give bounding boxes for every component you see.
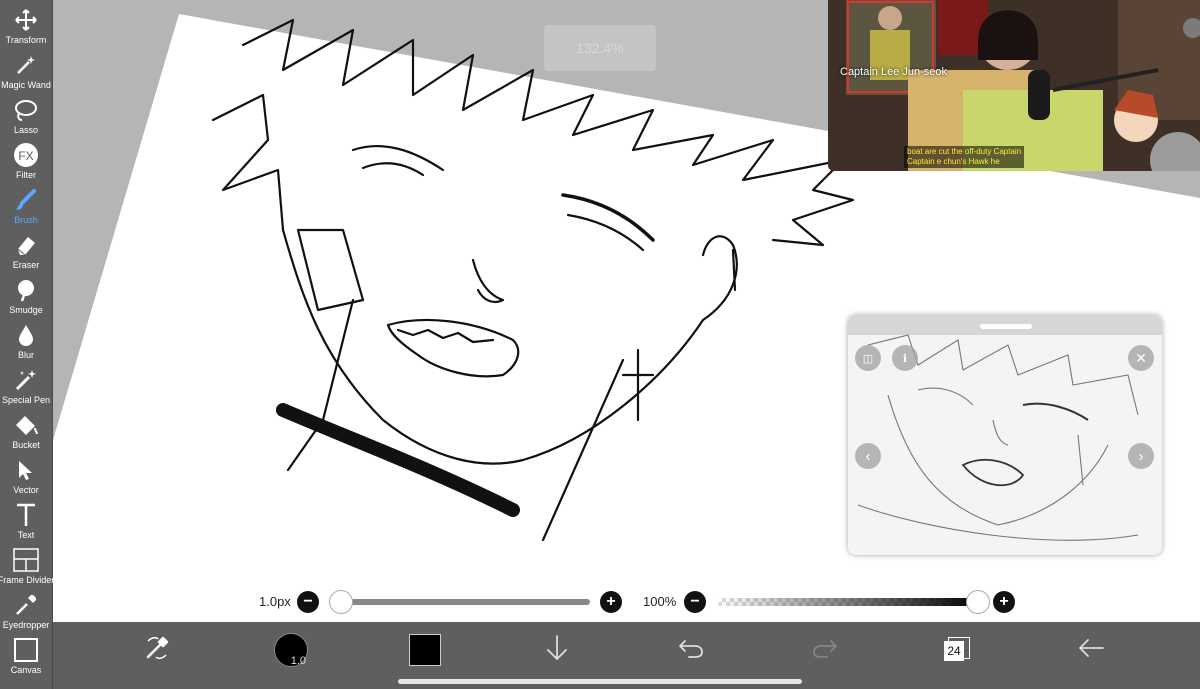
tool-magic-wand[interactable]: Magic Wand [0, 46, 52, 90]
save-download-button[interactable] [539, 632, 575, 668]
color-swatch-button[interactable] [407, 632, 443, 668]
reference-layer-button[interactable]: ◫ [855, 345, 881, 371]
undo-icon [677, 635, 705, 666]
brush-indicator-value: 1.0 [290, 655, 306, 667]
brush-settings-button[interactable]: 1.0 [273, 632, 309, 668]
arrow-left-icon [1076, 636, 1106, 665]
undo-button[interactable] [673, 632, 709, 668]
tool-label: Frame Divider [0, 575, 55, 585]
tool-label: Transform [5, 35, 47, 45]
brush-eraser-swap-icon [142, 633, 172, 668]
left-toolbar: Transform Magic Wand Lasso FX Filter Brush Era… [0, 0, 55, 689]
brush-preview-circle: 1.0 [274, 633, 308, 667]
opacity-decrease-button[interactable]: − [684, 591, 706, 613]
video-overlay[interactable]: Captain Lee Jun-seok boat are cut the of… [828, 0, 1200, 171]
reference-previous-button[interactable]: ‹ [855, 443, 881, 469]
svg-text:FX: FX [18, 149, 33, 163]
opacity-slider-knob[interactable] [966, 590, 990, 614]
frame-divider-icon [13, 547, 39, 573]
layer-count: 24 [944, 641, 964, 661]
redo-button[interactable] [807, 632, 843, 668]
vector-arrow-icon [13, 457, 39, 483]
reference-info-button[interactable]: ℹ [892, 345, 918, 371]
fx-icon: FX [13, 142, 39, 168]
reference-close-button[interactable]: ✕ [1128, 345, 1154, 371]
brush-size-slider-knob[interactable] [329, 590, 353, 614]
tool-label: Eyedropper [2, 620, 50, 630]
tool-label: Blur [17, 350, 34, 360]
video-subtitle: boat are cut the off-duty Captain Captai… [904, 146, 1025, 168]
tool-eyedropper[interactable]: Eyedropper [0, 586, 52, 630]
tool-bucket[interactable]: Bucket [0, 406, 52, 450]
tool-brush[interactable]: Brush [0, 181, 52, 225]
lasso-icon [13, 97, 39, 123]
quick-tools-button[interactable] [139, 632, 175, 668]
brush-size-slider-track[interactable] [340, 599, 590, 605]
video-subtitle-line-1: boat are cut the off-duty Captain [907, 147, 1022, 156]
tool-text[interactable]: Text [0, 496, 52, 540]
current-color-swatch [409, 634, 441, 666]
video-name-caption: Captain Lee Jun-seok [840, 66, 948, 78]
tool-blur[interactable]: Blur [0, 316, 52, 360]
redo-icon [811, 635, 839, 666]
text-icon [13, 502, 39, 528]
magic-wand-icon [13, 52, 39, 78]
tool-lasso[interactable]: Lasso [0, 91, 52, 135]
tool-label: Vector [13, 485, 39, 495]
tool-frame-divider[interactable]: Frame Divider [0, 541, 55, 585]
brush-size-increase-button[interactable]: + [600, 591, 622, 613]
eraser-icon [13, 232, 39, 258]
video-subtitle-line-2: Captain e chun's Hawk he [907, 157, 1000, 166]
brush-size-value: 1.0px [259, 594, 291, 609]
home-indicator [398, 679, 802, 684]
reference-window[interactable]: ‹ › ✕ ◫ ℹ [848, 315, 1162, 555]
tool-transform[interactable]: Transform [0, 1, 52, 45]
blur-drop-icon [13, 322, 39, 348]
canvas-icon [13, 637, 39, 663]
tool-vector[interactable]: Vector [0, 451, 52, 495]
move-arrows-icon [13, 7, 39, 33]
brush-size-decrease-button[interactable]: − [297, 591, 319, 613]
tool-label: Text [17, 530, 35, 540]
brush-icon [13, 187, 39, 213]
tool-label: Bucket [12, 440, 40, 450]
tool-smudge[interactable]: Smudge [0, 271, 52, 315]
tool-label: Magic Wand [1, 80, 51, 90]
layers-button[interactable]: 24 [939, 632, 975, 668]
tool-eraser[interactable]: Eraser [0, 226, 52, 270]
layers-icon: 24 [944, 637, 970, 663]
arrow-down-icon [544, 633, 570, 668]
tool-label: Eraser [12, 260, 40, 270]
bucket-icon [13, 412, 39, 438]
reference-drag-handle [980, 324, 1032, 329]
opacity-value: 100% [643, 594, 677, 609]
tool-label: Brush [14, 215, 38, 225]
tool-filter[interactable]: FX Filter [0, 136, 52, 180]
tool-special-pen[interactable]: Special Pen [0, 361, 52, 405]
special-pen-icon [13, 367, 39, 393]
eyedropper-icon [13, 592, 39, 618]
tool-label: Lasso [13, 125, 39, 135]
opacity-slider-track[interactable] [718, 598, 980, 606]
tool-label: Special Pen [1, 395, 51, 405]
tool-label: Canvas [10, 665, 42, 675]
opacity-increase-button[interactable]: + [993, 591, 1015, 613]
reference-next-button[interactable]: › [1128, 443, 1154, 469]
back-button[interactable] [1073, 632, 1109, 668]
zoom-level-badge: 132.4% [544, 25, 656, 71]
tool-canvas[interactable]: Canvas [0, 631, 52, 675]
tool-label: Smudge [9, 305, 43, 315]
tool-label: Filter [16, 170, 36, 180]
smudge-icon [13, 277, 39, 303]
